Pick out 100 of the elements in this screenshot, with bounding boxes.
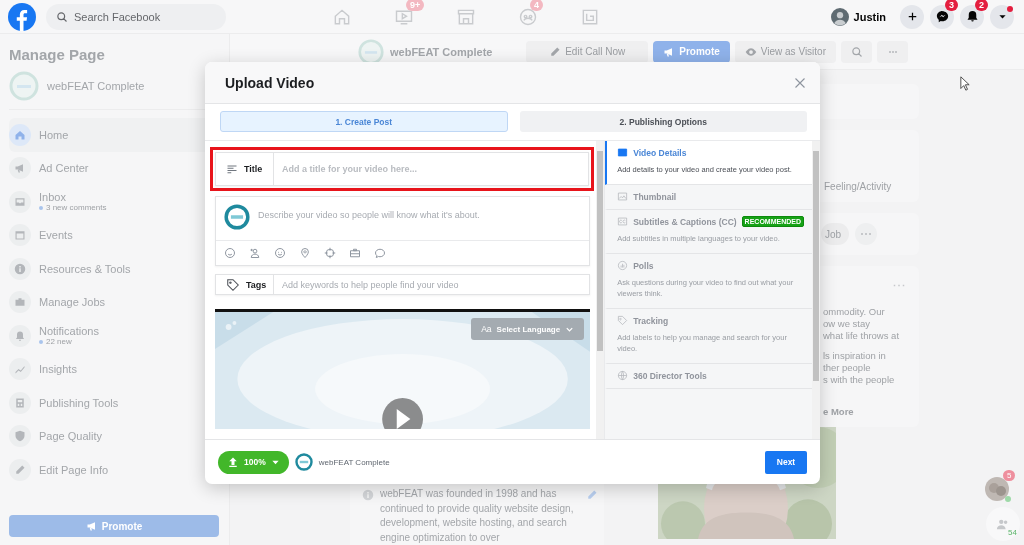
face-icon[interactable]	[224, 247, 236, 259]
inbox-icon	[14, 195, 26, 208]
title-field[interactable]: Title Add a title for your video here...	[215, 152, 590, 186]
step-item[interactable]: 360 Director Tools	[605, 364, 812, 389]
megaphone-icon	[85, 520, 98, 532]
pencil-icon[interactable]	[586, 489, 598, 501]
sidebar-item[interactable]: Events	[9, 218, 219, 252]
person-icon[interactable]	[249, 247, 261, 259]
globe-icon	[617, 370, 629, 381]
page-name[interactable]: webFEAT Complete	[47, 80, 145, 92]
page-logo[interactable]	[9, 71, 39, 101]
tag-icon	[226, 277, 240, 292]
page-logo	[224, 204, 250, 230]
more-button[interactable]	[877, 40, 908, 63]
facebook-logo[interactable]	[8, 2, 36, 31]
notification-badge: 3	[945, 0, 958, 11]
field-label: Title	[244, 164, 263, 174]
page-logo	[294, 453, 313, 471]
messenger-icon	[934, 9, 950, 24]
bell-icon	[14, 329, 26, 342]
feeling-activity-button[interactable]: Feeling/Activity	[824, 181, 892, 192]
notification-badge: 5	[1003, 470, 1016, 481]
next-button[interactable]: Next	[765, 450, 807, 474]
location-pin-icon[interactable]	[299, 247, 311, 259]
promote-button[interactable]: Promote	[9, 515, 219, 537]
scrollbar[interactable]	[812, 141, 820, 439]
briefcase-icon[interactable]	[349, 247, 361, 259]
profile-button[interactable]: Justin	[830, 7, 894, 26]
sidebar-item[interactable]: Page Quality	[9, 419, 219, 453]
description-field[interactable]: Describe your video so people will know what it's about.	[258, 210, 582, 220]
tag-icon	[617, 315, 629, 326]
chat-bubble-icon[interactable]	[374, 247, 386, 259]
post-text: ls inspiration in	[823, 350, 887, 362]
post-text: ommodity. Our	[823, 306, 886, 318]
post-text: ow we stay	[823, 318, 871, 330]
select-language-button[interactable]: Aa Select Language	[471, 318, 585, 340]
search-icon	[56, 10, 68, 23]
more-icon[interactable]	[855, 223, 878, 245]
search-icon	[850, 45, 863, 58]
online-dot	[1005, 496, 1011, 502]
image-icon	[617, 191, 629, 202]
home-icon	[14, 128, 26, 141]
sidebar-item[interactable]: Edit Page Info	[9, 453, 219, 487]
pencil-icon	[549, 45, 562, 58]
sidebar-item[interactable]: Insights	[9, 352, 219, 386]
contact-avatars[interactable]	[985, 477, 1009, 501]
notification-badge: 4	[530, 0, 543, 11]
caret-button[interactable]	[990, 4, 1014, 29]
smiley-icon[interactable]	[274, 247, 286, 259]
calendar-icon	[14, 229, 26, 242]
promote-button[interactable]: Promote	[653, 40, 730, 63]
search-field[interactable]: Search Facebook	[46, 3, 226, 30]
upload-icon	[227, 456, 239, 468]
sidebar-title: Manage Page	[9, 46, 106, 63]
crosshair-icon[interactable]	[324, 247, 336, 259]
scrollbar[interactable]	[596, 141, 605, 439]
window-icon	[617, 147, 629, 158]
document-icon	[14, 396, 26, 409]
page-name[interactable]: webFEAT Complete	[390, 45, 493, 58]
tags-input[interactable]: Add keywords to help people find your video	[274, 275, 590, 294]
poll-icon	[617, 260, 629, 271]
contacts-button[interactable]: 54	[986, 507, 1020, 541]
page-logo[interactable]	[358, 38, 384, 65]
step-tab[interactable]: 2. Publishing Options	[519, 111, 807, 132]
close-icon[interactable]	[794, 76, 806, 89]
captions-icon	[617, 216, 629, 227]
cursor-icon	[960, 76, 970, 91]
groups-icon[interactable]	[518, 6, 538, 27]
sidebar-item[interactable]: Notifications 22 new	[9, 319, 219, 353]
view-button[interactable]: View as Visitor	[734, 40, 836, 63]
people-icon	[996, 517, 1010, 531]
briefcase-icon	[14, 296, 26, 309]
chart-icon	[14, 363, 26, 376]
page-name: webFEAT Complete	[318, 457, 390, 467]
plus-button[interactable]	[900, 4, 924, 29]
eye-icon	[744, 45, 757, 58]
notification-badge: 9+	[406, 0, 425, 11]
search-button[interactable]	[841, 40, 872, 63]
sidebar-item[interactable]: Inbox 3 new comments	[9, 185, 219, 219]
upload-button[interactable]: 100%	[218, 450, 289, 474]
about-text: webFEAT was founded in 1998 and has continued to provide quality website design, development, website hosting, and search engine optimization to over	[380, 487, 575, 545]
text-lines-icon	[226, 163, 238, 175]
post-text: ther people	[823, 362, 872, 374]
info-icon	[14, 262, 26, 275]
megaphone-icon	[14, 162, 26, 175]
dialog-title: Upload Video	[225, 74, 315, 91]
more-icon[interactable]	[893, 283, 905, 288]
see-more-link[interactable]: e More	[823, 406, 913, 417]
pencil-icon	[14, 463, 26, 476]
tags-field[interactable]: Tags Add keywords to help people find your video	[215, 274, 591, 295]
sidebar-item[interactable]: Publishing Tools	[9, 386, 219, 420]
shield-icon	[14, 430, 26, 443]
avatar-icon	[830, 7, 849, 26]
job-button[interactable]: Job	[821, 223, 850, 245]
step-item[interactable]: Thumbnail	[605, 185, 812, 210]
field-label: Tags	[246, 279, 267, 290]
step-tab[interactable]: 1. Create Post	[220, 111, 508, 132]
notification-badge: 2	[975, 0, 988, 11]
edit-button[interactable]: Edit Call Now	[526, 40, 649, 63]
title-input[interactable]: Add a title for your video here...	[274, 153, 589, 185]
